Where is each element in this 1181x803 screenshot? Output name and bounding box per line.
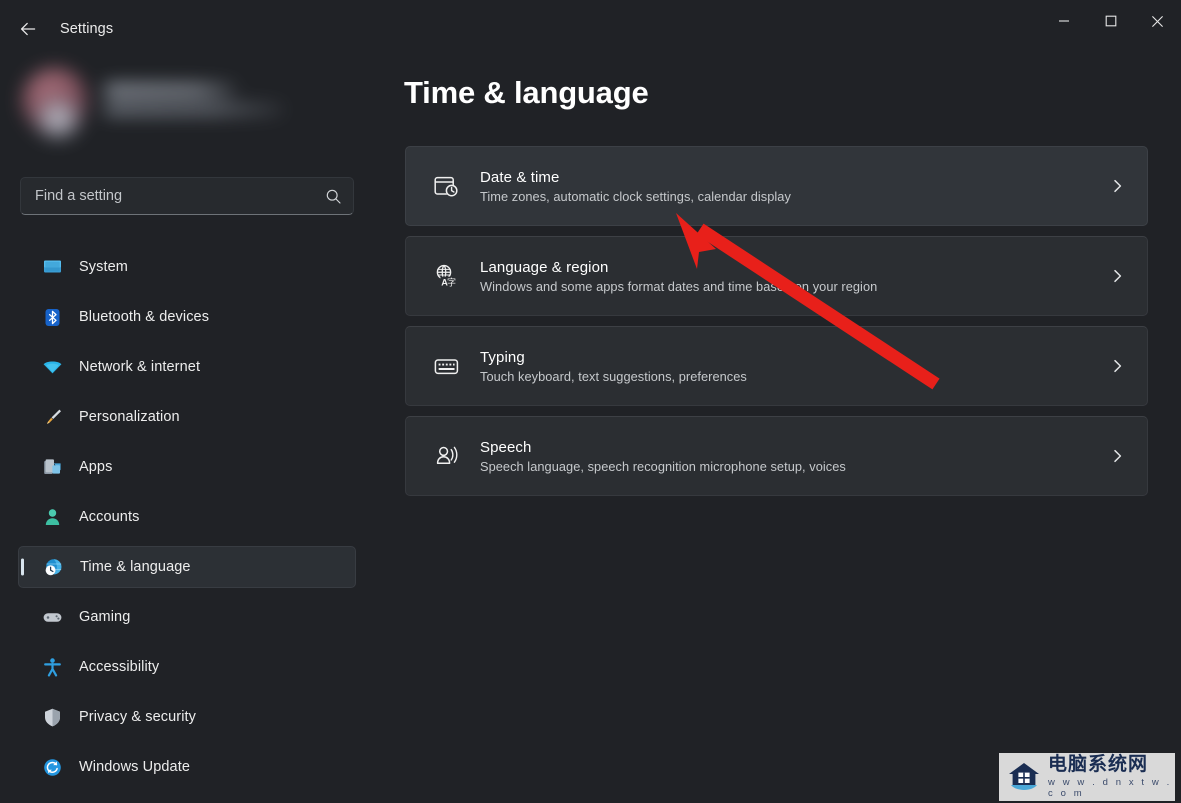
card-title: Speech	[480, 438, 532, 456]
apps-icon	[41, 456, 63, 478]
close-icon	[1152, 15, 1163, 27]
sidebar-item-label: Accessibility	[79, 659, 160, 675]
maximize-button[interactable]	[1087, 0, 1134, 42]
minimize-button[interactable]	[1040, 0, 1087, 42]
account-email-blurred	[104, 104, 284, 115]
card-subtitle: Windows and some apps format dates and t…	[480, 278, 878, 294]
card-text: Typing Touch keyboard, text suggestions,…	[480, 349, 747, 384]
sidebar-item-label: Accounts	[79, 509, 140, 525]
card-text: Speech Speech language, speech recogniti…	[480, 439, 846, 474]
settings-card-date-time[interactable]: Date & time Time zones, automatic clock …	[405, 146, 1148, 226]
back-arrow-icon	[20, 22, 36, 36]
app-title: Settings	[60, 21, 114, 37]
account-name-blurred	[104, 84, 236, 96]
sidebar-item-label: Network & internet	[79, 359, 201, 375]
back-button[interactable]	[10, 12, 46, 46]
sidebar: System Bluetooth & devices	[0, 58, 372, 803]
settings-window: Settings Find a setting System Bluetooth…	[0, 0, 1181, 803]
card-subtitle: Speech language, speech recognition micr…	[480, 458, 846, 474]
card-title: Language & region	[480, 258, 609, 276]
sidebar-item-label: Time & language	[80, 559, 191, 575]
update-icon	[41, 756, 63, 778]
chevron-right-icon[interactable]	[1110, 179, 1125, 194]
sidebar-item-label: Windows Update	[79, 759, 191, 775]
card-text: Language & region Windows and some apps …	[480, 259, 877, 294]
sidebar-item-label: Personalization	[79, 409, 180, 425]
watermark-site-name: 电脑系统网	[1048, 753, 1149, 776]
search-icon[interactable]	[319, 188, 353, 205]
sidebar-item-gaming[interactable]: Gaming	[18, 596, 356, 638]
sidebar-item-network-internet[interactable]: Network & internet	[18, 346, 356, 388]
calendar-clock-icon	[424, 173, 468, 200]
avatar-highlight	[34, 98, 82, 140]
settings-card-language-region[interactable]: A 字 Language & region Windows and some a…	[405, 236, 1148, 316]
chevron-right-icon[interactable]	[1110, 269, 1125, 284]
sidebar-item-label: Apps	[79, 459, 113, 475]
close-button[interactable]	[1134, 0, 1181, 42]
watermark-url: w w w . d n x t w . c o m	[1048, 776, 1172, 799]
sidebar-item-windows-update[interactable]: Windows Update	[18, 746, 356, 788]
sidebar-item-apps[interactable]: Apps	[18, 446, 356, 488]
search-box[interactable]	[20, 177, 354, 215]
main-content: Time & language Date & time Time zones, …	[372, 58, 1181, 803]
svg-text:字: 字	[447, 276, 456, 288]
card-text: Date & time Time zones, automatic clock …	[480, 169, 791, 204]
paintbrush-icon	[41, 406, 63, 428]
sidebar-nav: System Bluetooth & devices Network & int…	[18, 246, 356, 796]
maximize-icon	[1105, 15, 1116, 27]
speech-icon	[424, 443, 468, 470]
card-subtitle: Time zones, automatic clock settings, ca…	[480, 188, 791, 204]
watermark: 电脑系统网 w w w . d n x t w . c o m	[999, 753, 1175, 801]
globe-language-icon: A 字	[424, 263, 468, 290]
chevron-right-icon[interactable]	[1110, 359, 1125, 374]
sidebar-item-bluetooth-devices[interactable]: Bluetooth & devices	[18, 296, 356, 338]
sidebar-item-label: Gaming	[79, 609, 131, 625]
watermark-text: 电脑系统网 w w w . d n x t w . c o m	[1048, 753, 1175, 799]
card-subtitle: Touch keyboard, text suggestions, prefer…	[480, 368, 747, 384]
monitor-icon	[41, 256, 63, 278]
wifi-icon	[41, 356, 63, 378]
bluetooth-icon	[41, 306, 63, 328]
sidebar-item-time-language[interactable]: Time & language	[18, 546, 356, 588]
minimize-icon	[1058, 20, 1069, 22]
window-controls	[1040, 0, 1181, 42]
sidebar-item-accessibility[interactable]: Accessibility	[18, 646, 356, 688]
sidebar-item-label: Privacy & security	[79, 709, 197, 725]
shield-icon	[41, 706, 63, 728]
search-input[interactable]	[21, 188, 319, 204]
sidebar-item-personalization[interactable]: Personalization	[18, 396, 356, 438]
sidebar-item-accounts[interactable]: Accounts	[18, 496, 356, 538]
sidebar-item-label: System	[79, 259, 128, 275]
sidebar-item-label: Bluetooth & devices	[79, 309, 210, 325]
settings-card-speech[interactable]: Speech Speech language, speech recogniti…	[405, 416, 1148, 496]
accessibility-icon	[41, 656, 63, 678]
settings-card-typing[interactable]: Typing Touch keyboard, text suggestions,…	[405, 326, 1148, 406]
card-title: Typing	[480, 348, 525, 366]
chevron-right-icon[interactable]	[1110, 449, 1125, 464]
sidebar-item-privacy-security[interactable]: Privacy & security	[18, 696, 356, 738]
settings-card-list: Date & time Time zones, automatic clock …	[405, 146, 1148, 506]
page-title: Time & language	[404, 75, 649, 110]
account-profile-blurred[interactable]	[20, 58, 310, 158]
keyboard-icon	[424, 353, 468, 380]
sidebar-item-system[interactable]: System	[18, 246, 356, 288]
house-logo-icon	[1004, 757, 1044, 797]
window-titlebar: Settings	[0, 0, 1181, 58]
card-title: Date & time	[480, 168, 560, 186]
gamepad-icon	[41, 606, 63, 628]
clock-globe-icon	[42, 556, 64, 578]
person-icon	[41, 506, 63, 528]
